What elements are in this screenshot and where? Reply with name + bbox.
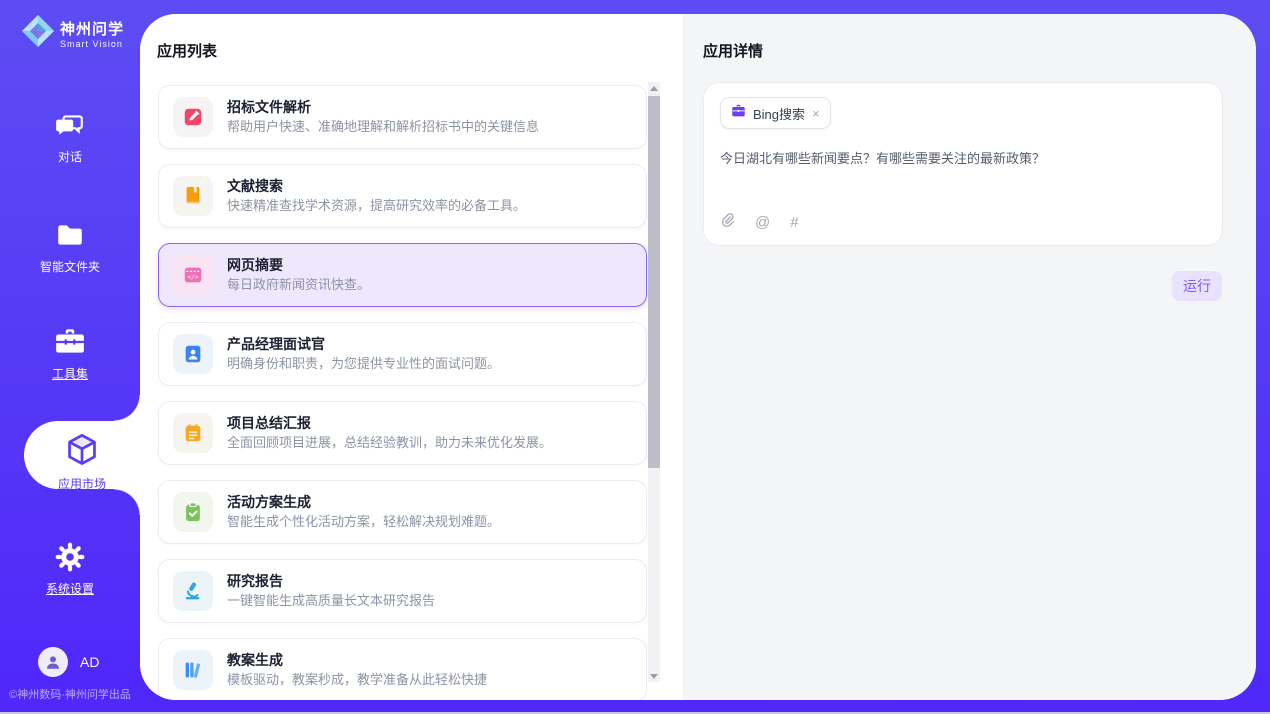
sidebar-item-label: 对话 xyxy=(0,148,140,165)
app-card[interactable]: 研究报告 一键智能生成高质量长文本研究报告 xyxy=(158,559,647,623)
app-card-description: 明确身份和职责，为您提供专业性的面试问题。 xyxy=(227,355,500,374)
edit-square-icon xyxy=(173,97,213,137)
tool-tag-bing-search[interactable]: Bing搜索 × xyxy=(720,97,831,129)
user-name: AD xyxy=(80,654,99,670)
app-card-description: 快速精准查找学术资源，提高研究效率的必备工具。 xyxy=(227,197,526,216)
microscope-icon xyxy=(173,571,213,611)
app-card-title: 招标文件解析 xyxy=(227,97,539,117)
sidebar: 神州问学 Smart Vision 对话 智能文件夹 工具集 应用市场 xyxy=(0,0,140,714)
main-panel: 应用列表 招标文件解析 帮助用户快速、准确地理解和解析招标书中的关键信息 文献搜… xyxy=(140,14,1256,700)
briefcase-icon xyxy=(731,104,746,123)
tag-close-icon[interactable]: × xyxy=(812,107,820,120)
app-detail-title: 应用详情 xyxy=(703,40,763,61)
notepad-icon xyxy=(173,413,213,453)
app-card-title: 文献搜索 xyxy=(227,176,526,196)
hashtag-icon[interactable]: # xyxy=(790,214,798,231)
sidebar-item-chat[interactable]: 对话 xyxy=(0,110,140,165)
app-card-description: 模板驱动，教案秒成，教学准备从此轻松快捷 xyxy=(227,671,487,690)
copyright-footer: ©神州数码·神州问学出品 xyxy=(0,686,140,702)
attachment-toolbar: @ # xyxy=(720,212,799,233)
brand-name: 神州问学 xyxy=(60,18,124,39)
scroll-down-arrow-icon[interactable] xyxy=(648,670,660,682)
app-card-title: 活动方案生成 xyxy=(227,492,500,512)
app-card-list: 招标文件解析 帮助用户快速、准确地理解和解析招标书中的关键信息 文献搜索 快速精… xyxy=(158,85,647,700)
mention-icon[interactable]: @ xyxy=(755,214,770,231)
app-card[interactable]: 产品经理面试官 明确身份和职责，为您提供专业性的面试问题。 xyxy=(158,322,647,386)
sidebar-item-label: 智能文件夹 xyxy=(0,258,140,275)
diamond-logo-icon xyxy=(20,12,56,55)
app-detail-section: 应用详情 Bing搜索 × 今日湖北有哪些新闻要点？有哪些需要关注的最新政策？ … xyxy=(683,14,1256,700)
app-list-section: 应用列表 招标文件解析 帮助用户快速、准确地理解和解析招标书中的关键信息 文献搜… xyxy=(140,14,683,700)
gear-icon xyxy=(0,542,140,572)
sidebar-item-app-market[interactable]: 应用市场 xyxy=(24,421,140,489)
tool-tag-label: Bing搜索 xyxy=(753,104,805,123)
book-icon xyxy=(173,176,213,216)
user-account[interactable]: AD xyxy=(38,647,99,677)
app-card-title: 教案生成 xyxy=(227,650,487,670)
interview-doc-icon xyxy=(173,334,213,374)
toolbox-icon xyxy=(0,327,140,357)
sidebar-item-label: 系统设置 xyxy=(0,580,140,597)
app-card[interactable]: 招标文件解析 帮助用户快速、准确地理解和解析招标书中的关键信息 xyxy=(158,85,647,149)
avatar xyxy=(38,647,68,677)
scrollbar-thumb[interactable] xyxy=(648,96,660,468)
app-card-description: 一键智能生成高质量长文本研究报告 xyxy=(227,592,435,611)
app-card-title: 研究报告 xyxy=(227,571,435,591)
brand-subtitle: Smart Vision xyxy=(60,39,124,49)
cube-icon xyxy=(24,433,140,467)
app-card-description: 智能生成个性化活动方案，轻松解决规划难题。 xyxy=(227,513,500,532)
app-card[interactable]: 教案生成 模板驱动，教案秒成，教学准备从此轻松快捷 xyxy=(158,638,647,700)
app-card[interactable]: 活动方案生成 智能生成个性化活动方案，轻松解决规划难题。 xyxy=(158,480,647,544)
app-card-title: 项目总结汇报 xyxy=(227,413,552,433)
web-window-icon: </> xyxy=(173,255,213,295)
folder-icon xyxy=(0,220,140,250)
prompt-card: Bing搜索 × 今日湖北有哪些新闻要点？有哪些需要关注的最新政策？ @ # xyxy=(703,82,1223,246)
sidebar-item-smart-folder[interactable]: 智能文件夹 xyxy=(0,220,140,275)
sidebar-item-toolset[interactable]: 工具集 xyxy=(0,327,140,382)
run-button[interactable]: 运行 xyxy=(1172,271,1222,301)
paperclip-icon[interactable] xyxy=(720,212,735,233)
sidebar-item-settings[interactable]: 系统设置 xyxy=(0,542,140,597)
app-card[interactable]: </> 网页摘要 每日政府新闻资讯快查。 xyxy=(158,243,647,307)
scrollbar[interactable] xyxy=(648,82,660,682)
app-card-title: 网页摘要 xyxy=(227,255,370,275)
chat-icon xyxy=(0,110,140,140)
app-list-title: 应用列表 xyxy=(157,40,217,61)
app-logo: 神州问学 Smart Vision xyxy=(0,12,140,55)
svg-text:</>: </> xyxy=(187,273,199,281)
prompt-input[interactable]: 今日湖北有哪些新闻要点？有哪些需要关注的最新政策？ xyxy=(720,149,1206,169)
clipboard-check-icon xyxy=(173,492,213,532)
sidebar-item-label: 工具集 xyxy=(0,365,140,382)
app-card-description: 每日政府新闻资讯快查。 xyxy=(227,276,370,295)
app-card[interactable]: 项目总结汇报 全面回顾项目进展，总结经验教训，助力未来优化发展。 xyxy=(158,401,647,465)
app-card[interactable]: 文献搜索 快速精准查找学术资源，提高研究效率的必备工具。 xyxy=(158,164,647,228)
app-card-title: 产品经理面试官 xyxy=(227,334,500,354)
app-card-description: 全面回顾项目进展，总结经验教训，助力未来优化发展。 xyxy=(227,434,552,453)
scroll-up-arrow-icon[interactable] xyxy=(648,82,660,94)
books-icon xyxy=(173,650,213,690)
app-card-description: 帮助用户快速、准确地理解和解析招标书中的关键信息 xyxy=(227,118,539,137)
sidebar-item-label: 应用市场 xyxy=(24,475,140,492)
